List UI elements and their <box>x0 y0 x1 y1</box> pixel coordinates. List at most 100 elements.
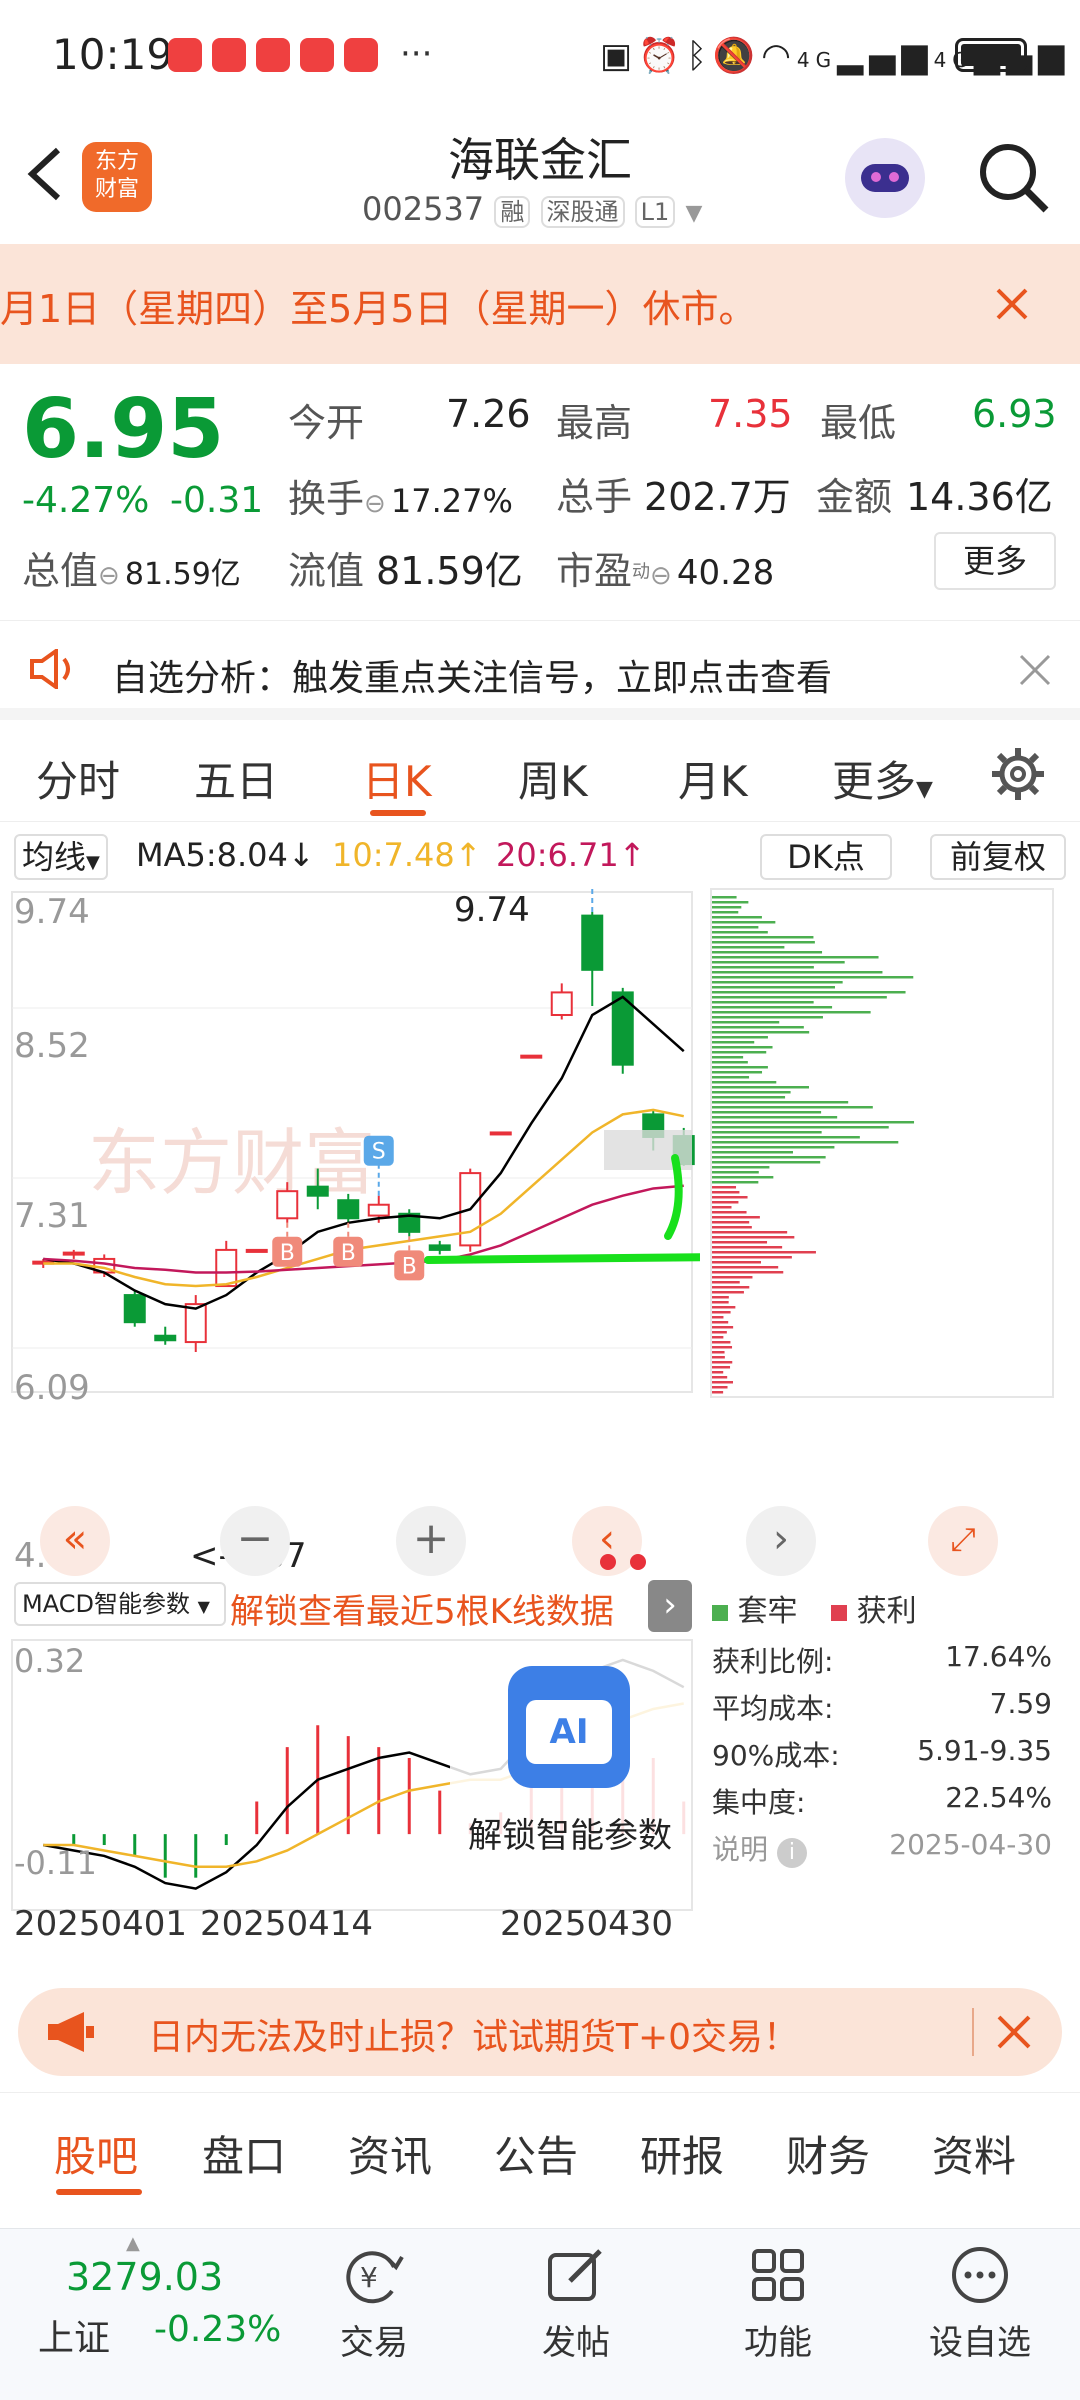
index-name[interactable]: 上证 <box>38 2309 110 2361</box>
add-watchlist-button[interactable]: 设自选 <box>922 2245 1038 2364</box>
signal-label: B <box>341 1241 356 1266</box>
high-value: 7.35 <box>708 392 793 436</box>
turnover-value: 17.27% <box>390 482 513 520</box>
zoom-in-icon[interactable]: + <box>396 1506 466 1576</box>
trade-button[interactable]: ¥ 交易 <box>334 2245 414 2364</box>
app-notification-icon <box>300 38 334 72</box>
function-button[interactable]: 功能 <box>738 2245 818 2364</box>
unlock-kline-text[interactable]: 解锁查看最近5根K线数据 <box>230 1584 614 1633</box>
change-percent: -4.27% <box>22 480 150 521</box>
futures-banner[interactable]: 日内无法及时止损？试试期货T+0交易！ <box>18 1988 1062 2076</box>
chip-bar <box>712 1211 747 1214</box>
chip-bar <box>712 1206 732 1209</box>
candle-body <box>154 1334 177 1342</box>
futures-text: 日内无法及时止损？试试期货T+0交易！ <box>148 2017 800 2058</box>
divider <box>972 2008 974 2056</box>
watchlist-alert[interactable]: 自选分析：触发重点关注信号，立即点击查看 <box>0 620 1080 720</box>
search-icon[interactable] <box>976 140 1052 220</box>
y-tick: 6.09 <box>14 1368 90 1408</box>
chip-bar <box>712 1156 826 1159</box>
info-icon[interactable]: ⊖ <box>364 489 386 519</box>
tab-research[interactable]: 研报 <box>640 2123 724 2184</box>
info-icon[interactable]: i <box>776 1838 807 1868</box>
chip-bar <box>712 946 785 949</box>
chip-bar <box>712 1286 750 1289</box>
dropdown-icon: ▼ <box>916 777 933 802</box>
ma-select[interactable]: 均线▼ <box>14 834 108 880</box>
profit-swatch <box>831 1605 848 1621</box>
next-icon[interactable]: › <box>746 1506 816 1576</box>
chart-period-tabs: 分时 五日 日K 周K 月K 更多▼ <box>0 722 1080 822</box>
low-value: 6.93 <box>972 392 1057 436</box>
tab-financials[interactable]: 财务 <box>786 2123 870 2184</box>
chip-bar <box>712 1186 737 1189</box>
stock-code-text: 002537 <box>362 190 485 228</box>
candle-body <box>550 991 573 1016</box>
kline-chart[interactable]: 东方财富 BBBSS <box>0 888 700 1398</box>
tab-daily-k[interactable]: 日K <box>362 748 432 809</box>
settings-gear-icon[interactable] <box>990 746 1046 806</box>
close-icon[interactable] <box>1018 653 1052 691</box>
dk-point-button[interactable]: DK点 <box>760 834 892 880</box>
expand-icon[interactable]: ⤢ <box>928 1506 998 1576</box>
tab-five-day[interactable]: 五日 <box>194 748 278 809</box>
adjust-button[interactable]: 前复权 <box>930 834 1066 880</box>
tab-orderbook[interactable]: 盘口 <box>202 2123 286 2184</box>
chip-bar <box>712 1276 753 1279</box>
tab-profile[interactable]: 资料 <box>932 2123 1016 2184</box>
turnover: 换手⊖ 17.27% <box>288 468 513 523</box>
stat-label: 获利比例: <box>712 1645 834 1678</box>
tab-announcements[interactable]: 公告 <box>494 2123 578 2184</box>
date-label: 20250430 <box>500 1904 674 1944</box>
post-button[interactable]: 发帖 <box>536 2245 616 2364</box>
tab-guba[interactable]: 股吧 <box>54 2123 138 2184</box>
info-icon[interactable]: ⊖ <box>650 561 672 591</box>
chip-bar <box>712 996 887 999</box>
macd-select[interactable]: MACD智能参数 ▼ <box>14 1582 226 1626</box>
close-icon[interactable] <box>994 286 1030 326</box>
tab-news[interactable]: 资讯 <box>348 2123 432 2184</box>
dropdown-icon[interactable]: ▼ <box>685 201 702 226</box>
index-value[interactable]: 3279.03 <box>66 2255 223 2299</box>
chip-bar <box>712 1026 804 1029</box>
note-label[interactable]: 说明 <box>712 1833 768 1866</box>
pe-ratio: 市盈动⊖ 40.28 <box>556 540 774 595</box>
zoom-out-icon[interactable]: − <box>220 1506 290 1576</box>
ai-unlock-overlay[interactable]: AI 解锁智能参数 <box>450 1652 690 1902</box>
chip-bar <box>712 926 759 929</box>
rewind-icon[interactable]: « <box>40 1506 110 1576</box>
ma5-value: MA5:8.04↓ <box>136 836 315 874</box>
volume-value: 202.7万 <box>644 475 791 519</box>
more-quote-button[interactable]: 更多 <box>934 532 1056 590</box>
chip-bar <box>712 1001 814 1004</box>
expand-arrow-icon[interactable]: › <box>648 1580 692 1632</box>
chip-bar <box>712 1076 750 1079</box>
chip-bar <box>712 1161 821 1164</box>
tab-more[interactable]: 更多▼ <box>832 748 933 809</box>
robot-avatar-icon[interactable] <box>845 138 925 218</box>
notice-text: 月1日（星期四）至5月5日（星期一）休市。 <box>0 287 757 331</box>
amount-label: 金额 <box>816 475 893 519</box>
chip-bar <box>712 1306 736 1309</box>
dropdown-icon: ▼ <box>86 852 100 873</box>
chevron-up-icon[interactable]: ▲ <box>126 2233 140 2254</box>
level-tag[interactable]: L1 <box>634 196 676 228</box>
chip-bar <box>712 941 815 944</box>
chip-bar <box>712 1386 728 1389</box>
hand-drawn-annotation <box>424 1253 700 1264</box>
tab-monthly-k[interactable]: 月K <box>678 748 748 809</box>
ai-icon: AI <box>508 1666 630 1788</box>
stat-value: 5.91-9.35 <box>917 1734 1052 1767</box>
chip-bar <box>712 1361 733 1364</box>
info-icon[interactable]: ⊖ <box>98 561 120 591</box>
chip-bar <box>712 951 823 954</box>
app-notification-icon <box>256 38 290 72</box>
bluetooth-icon: ᛒ <box>686 36 713 76</box>
index-change[interactable]: -0.23% <box>154 2309 281 2350</box>
pe-label: 市盈 <box>556 549 633 593</box>
close-icon[interactable] <box>996 2014 1032 2054</box>
tab-intraday[interactable]: 分时 <box>36 748 120 809</box>
tab-weekly-k[interactable]: 周K <box>518 748 588 809</box>
chip-bar <box>712 1066 768 1069</box>
chip-bar <box>712 936 814 939</box>
